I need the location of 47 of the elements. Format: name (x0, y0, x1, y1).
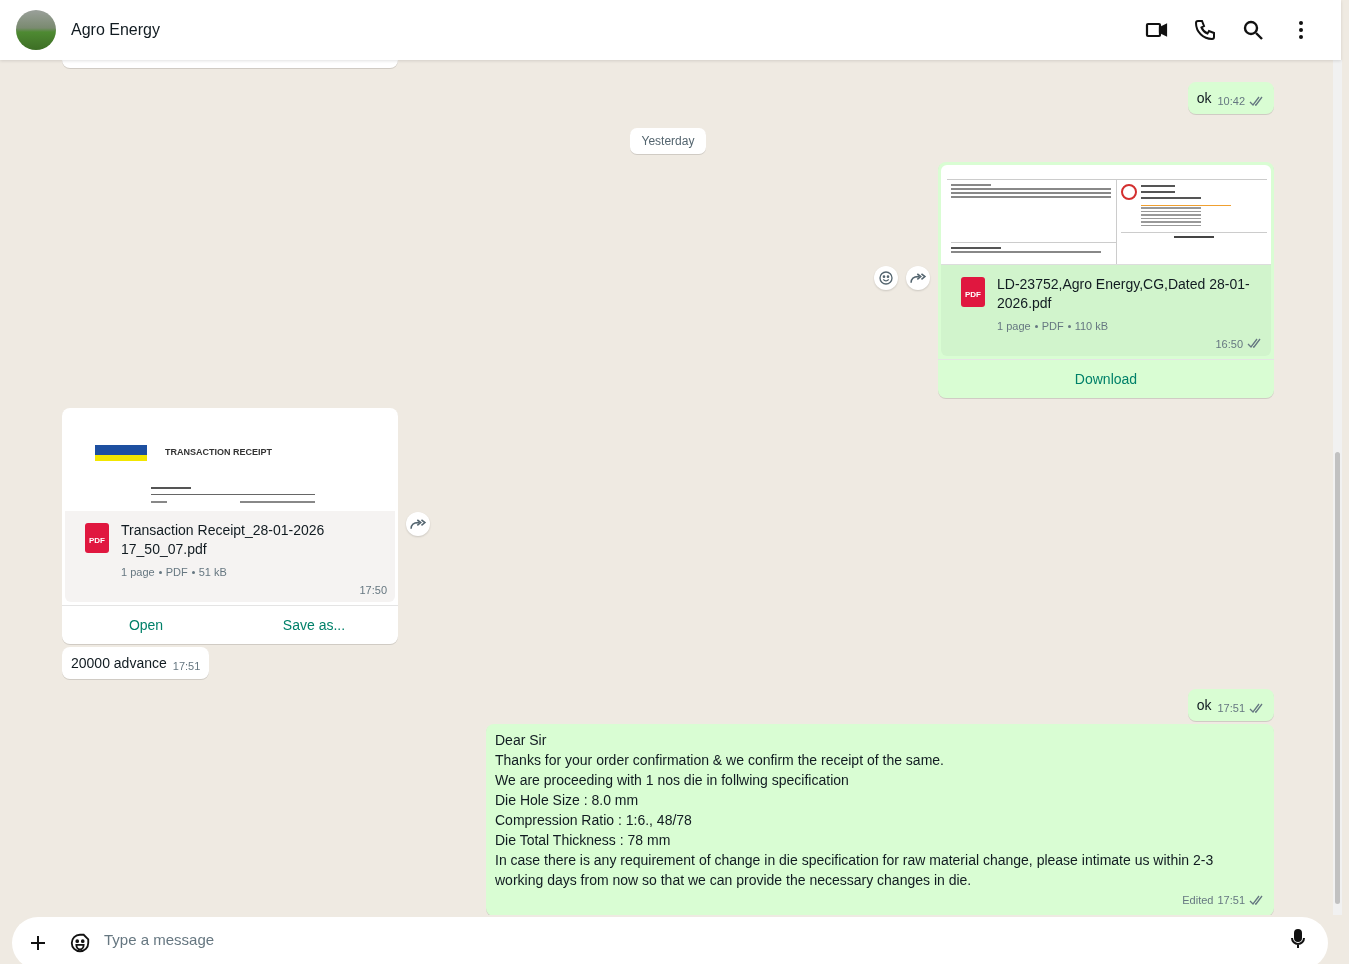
message-time: 17:51 (172, 659, 201, 674)
scrollbar[interactable] (1333, 60, 1342, 915)
file-meta: PDF (165, 565, 188, 580)
file-meta: 51 kB (198, 565, 227, 580)
file-action-link[interactable]: Save as... (230, 606, 398, 644)
message-line: Dear Sir (495, 731, 548, 750)
file-meta: PDF (1041, 319, 1064, 334)
date-chip: Yesterday (629, 128, 707, 154)
bank-logo-icon (95, 445, 147, 461)
message-time: 17:51 (1217, 701, 1245, 716)
file-meta: 1 page (121, 565, 155, 580)
file-meta: 1 page (997, 319, 1031, 334)
receipt-title: TRANSACTION RECEIPT (165, 446, 272, 459)
message-time: 17:50 (359, 582, 387, 598)
sticker-icon[interactable] (68, 931, 92, 955)
file-name: Transaction Receipt_28-01-2026 17_50_07.pdf (121, 521, 326, 559)
message-time: 10:42 (1217, 94, 1245, 109)
message-text: 20000 advance (71, 654, 167, 673)
pdf-file-icon: PDF (85, 523, 109, 553)
document-preview[interactable] (941, 165, 1271, 265)
message-time: 17:51 (1217, 893, 1245, 908)
avatar[interactable] (16, 10, 56, 50)
plus-icon[interactable] (28, 933, 48, 953)
message-text: ok (1196, 696, 1212, 715)
message-composer[interactable]: Type a message (12, 917, 1328, 964)
file-meta: 110 kB (1074, 319, 1109, 334)
edited-label: Edited (1182, 893, 1214, 908)
message-line: Thanks for your order confirmation & we confirm the receipt of the same. (495, 751, 945, 770)
company-logo-icon (1121, 184, 1137, 200)
message-line: Die Hole Size : 8.0 mm (495, 791, 640, 810)
phone-icon[interactable] (1193, 18, 1217, 42)
message-line: Die Total Thickness : 78 mm (495, 831, 672, 850)
message-time: 16:50 (1215, 336, 1243, 352)
contact-name[interactable]: Agro Energy (71, 18, 160, 42)
file-name: LD-23752,Agro Energy,CG,Dated 28-01-2026.pdf (997, 275, 1251, 313)
file-action-link[interactable]: Open (62, 606, 230, 644)
message-line: Compression Ratio : 1:6., 48/78 (495, 811, 693, 830)
forward-icon[interactable] (406, 512, 430, 536)
message-input[interactable]: Type a message (104, 924, 1286, 954)
forward-icon[interactable] (906, 266, 930, 290)
search-icon[interactable] (1241, 18, 1265, 42)
file-action-link[interactable]: Download (938, 360, 1274, 398)
message-text: ok (1196, 89, 1212, 108)
message-line: In case there is any requirement of change in die specification for raw material change, please intimate us within 2-3 working days from now so that we can provide the necessary changes in die. (495, 851, 1215, 890)
smiley-icon[interactable] (874, 266, 898, 290)
message-line: We are proceeding with 1 nos die in follwing specification (495, 771, 850, 790)
pdf-file-icon: PDF (961, 277, 985, 307)
